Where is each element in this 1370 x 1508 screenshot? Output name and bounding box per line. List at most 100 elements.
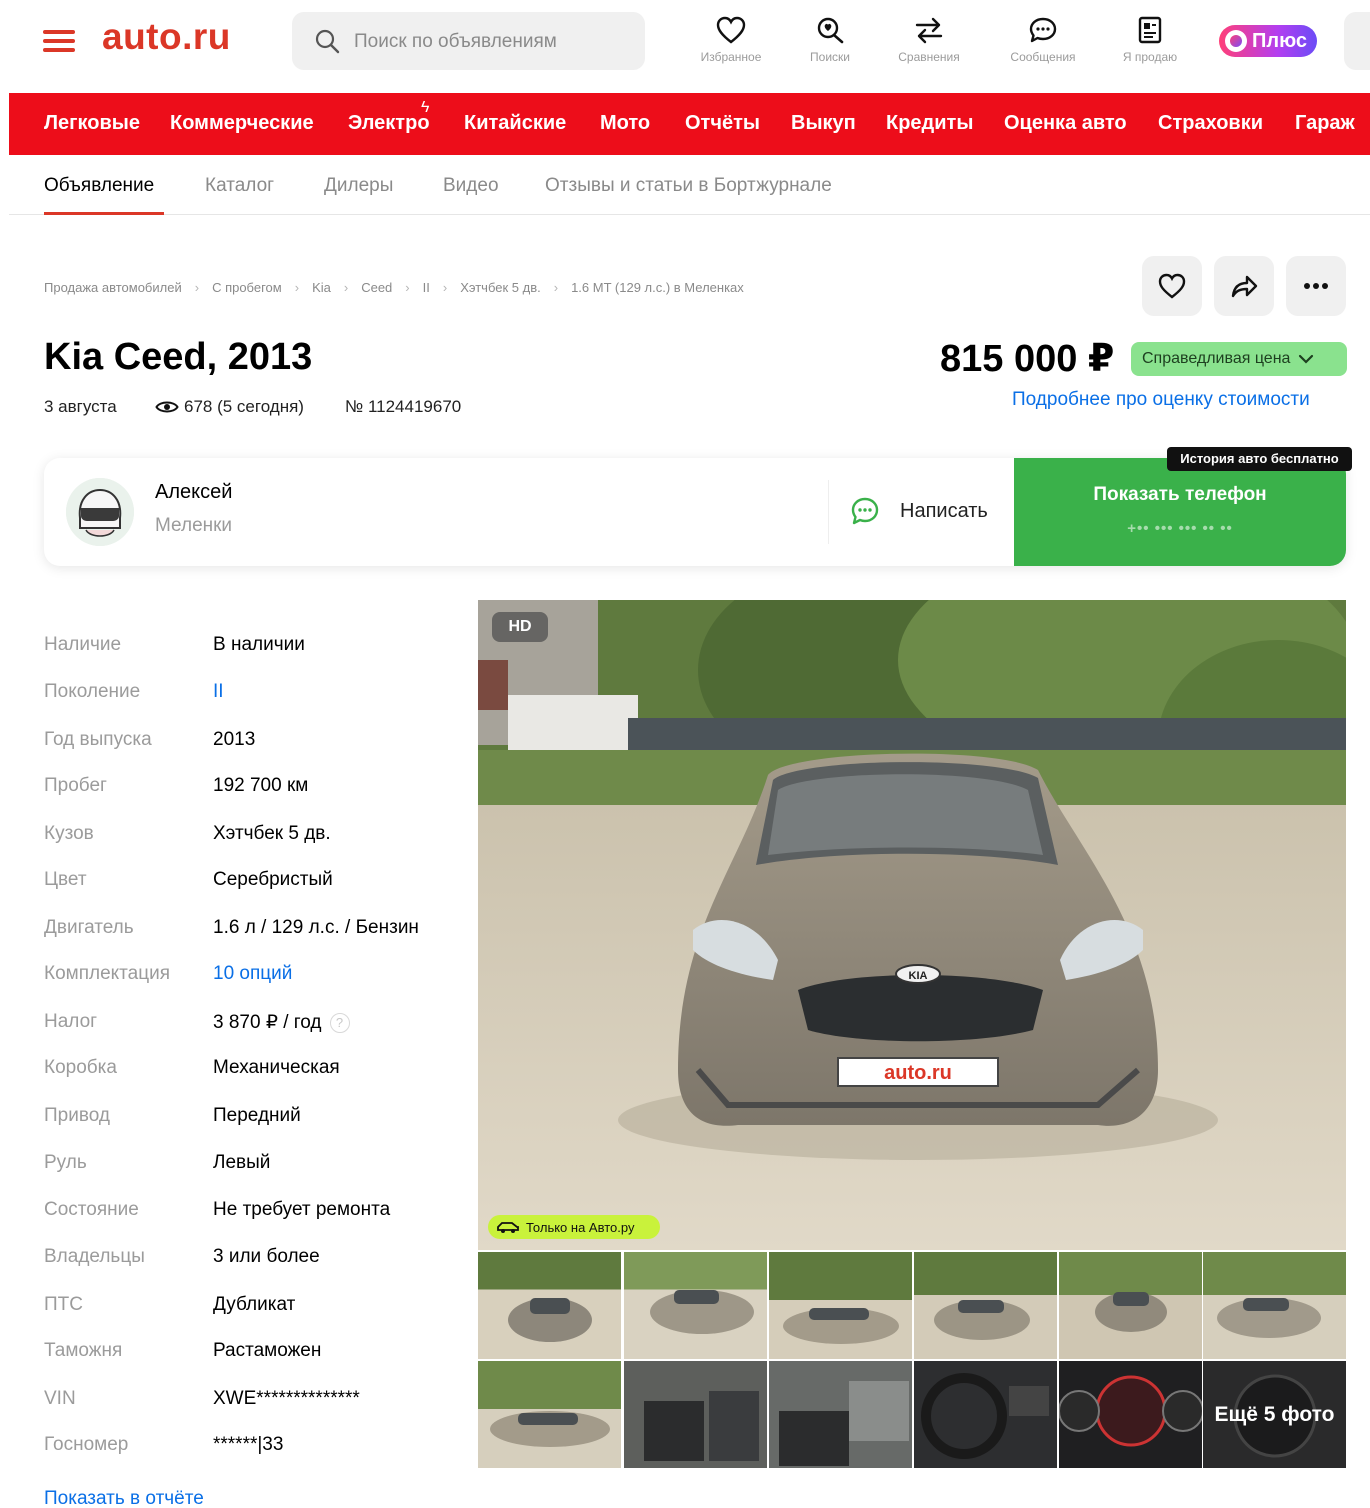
nav-label: Сравнения [898, 50, 960, 64]
avatar[interactable] [66, 478, 134, 546]
options-link[interactable]: 10 опций [213, 963, 292, 985]
category-electric[interactable]: Электро [348, 112, 430, 135]
tab-listing[interactable]: Объявление [44, 175, 154, 197]
spec-row: Таможня Растаможен [44, 1340, 464, 1370]
exclusive-label: Только на Авто.ру [526, 1219, 635, 1235]
favorite-button[interactable] [1142, 256, 1202, 316]
category-chinese[interactable]: Китайские [464, 112, 566, 135]
chat-icon [851, 497, 879, 525]
spec-label: ПТС [44, 1294, 83, 1315]
category-garage[interactable]: Гараж [1295, 112, 1355, 135]
more-options-button[interactable] [1286, 256, 1346, 316]
interior-thumbnail [779, 1381, 909, 1466]
show-phone-button[interactable]: Показать телефон +•• ••• ••• •• •• [1014, 458, 1346, 566]
active-tab-indicator [44, 212, 164, 215]
tab-reviews[interactable]: Отзывы и статьи в Бортжурнале [545, 175, 832, 197]
breadcrumb-item[interactable]: С пробегом [212, 280, 282, 295]
photo-thumbnail[interactable] [914, 1252, 1057, 1359]
nav-messages[interactable]: Сообщения [993, 16, 1093, 64]
spec-row: Владельцы 3 или более [44, 1246, 464, 1276]
category-credits[interactable]: Кредиты [886, 112, 973, 135]
breadcrumb-item[interactable]: Продажа автомобилей [44, 280, 182, 295]
dashboard-thumbnail [1059, 1375, 1202, 1447]
logo[interactable]: auto.ru [102, 16, 231, 58]
category-commercial[interactable]: Коммерческие [170, 112, 314, 135]
spec-value: 2013 [213, 729, 256, 750]
photo-thumbnail[interactable] [1059, 1252, 1202, 1359]
spec-row: Комплектация 10 опций [44, 963, 464, 993]
photo-thumbnail[interactable] [1203, 1252, 1346, 1359]
photo-thumbnail[interactable] [1059, 1361, 1202, 1468]
spec-label: Год выпуска [44, 729, 152, 750]
nav-searches[interactable]: Поиски [780, 16, 880, 64]
phone-mask: +•• ••• ••• •• •• [1127, 520, 1233, 537]
photo-thumbnail[interactable] [624, 1361, 767, 1468]
category-valuation[interactable]: Оценка авто [1004, 112, 1127, 135]
more-photos-button[interactable]: Ещё 5 фото [1203, 1361, 1346, 1468]
show-phone-label: Показать телефон [1093, 484, 1267, 505]
breadcrumb-separator: › [294, 280, 300, 295]
spec-label: Комплектация [44, 963, 171, 984]
site-header: auto.ru Поиск по объявлениям Избранное П… [0, 0, 1370, 92]
spec-label: Коробка [44, 1057, 117, 1078]
category-insurance[interactable]: Страховки [1158, 112, 1263, 135]
breadcrumb-item[interactable]: Хэтчбек 5 дв. [460, 280, 541, 295]
photo-thumbnail[interactable] [769, 1252, 912, 1359]
interior-thumbnail [644, 1391, 759, 1461]
generation-link[interactable]: II [213, 681, 224, 703]
breadcrumb-item[interactable]: II [423, 280, 430, 295]
helmet-avatar-icon [66, 478, 134, 546]
spec-value: Дубликат [213, 1294, 296, 1315]
write-message-button[interactable]: Написать [850, 496, 988, 526]
share-button[interactable] [1214, 256, 1274, 316]
category-reports[interactable]: Отчёты [685, 112, 760, 135]
category-moto[interactable]: Мото [600, 112, 650, 135]
spec-row: Двигатель 1.6 л / 129 л.с. / Бензин [44, 917, 464, 947]
category-buyout[interactable]: Выкуп [791, 112, 856, 135]
spec-row: Руль Левый [44, 1152, 464, 1182]
spec-label: Цвет [44, 869, 87, 890]
spec-value: ******|33 [213, 1434, 284, 1455]
car-thumbnail [783, 1308, 899, 1344]
seller-name[interactable]: Алексей [155, 481, 232, 504]
breadcrumb-item[interactable]: Kia [312, 280, 331, 295]
fair-price-label: Справедливая цена [1142, 350, 1291, 367]
tab-video[interactable]: Видео [443, 175, 499, 197]
breadcrumb-item[interactable]: Ceed [361, 280, 392, 295]
tab-catalog[interactable]: Каталог [205, 175, 274, 197]
help-icon[interactable]: ? [329, 1013, 350, 1033]
price-details-link[interactable]: Подробнее про оценку стоимости [1012, 389, 1310, 411]
chat-icon [1029, 17, 1057, 43]
plus-button[interactable]: Плюс [1219, 25, 1317, 57]
nav-compare[interactable]: Сравнения [879, 16, 979, 64]
car-thumbnail [1095, 1292, 1167, 1332]
nav-favorites[interactable]: Избранное [681, 16, 781, 64]
spec-value: 192 700 км [213, 775, 309, 796]
heart-icon [716, 16, 746, 44]
menu-icon[interactable] [43, 30, 75, 52]
show-in-report-link[interactable]: Показать в отчёте [44, 1488, 204, 1508]
photo-thumbnail[interactable] [478, 1361, 621, 1468]
plate-text: auto.ru [884, 1062, 952, 1084]
spec-row: Коробка Механическая [44, 1057, 464, 1087]
eye-icon [155, 401, 179, 413]
breadcrumb-separator: › [194, 280, 200, 295]
spec-row: Пробег 192 700 км [44, 775, 464, 805]
breadcrumb-item[interactable]: 1.6 MT (129 л.с.) в Меленках [571, 280, 744, 295]
fair-price-badge[interactable]: Справедливая цена [1131, 342, 1347, 376]
photo-thumbnail[interactable] [769, 1361, 912, 1468]
tab-dealers[interactable]: Дилеры [324, 175, 393, 197]
lightning-icon: ϟ [421, 99, 430, 116]
profile-button[interactable] [1344, 12, 1370, 70]
photo-thumbnail[interactable] [624, 1252, 767, 1359]
category-cars[interactable]: Легковые [44, 112, 140, 135]
main-photo[interactable]: KIA auto.ru [478, 600, 1346, 1250]
search-input[interactable]: Поиск по объявлениям [292, 12, 645, 70]
views-count: 678 (5 сегодня) [184, 397, 304, 416]
photo-thumbnail[interactable] [478, 1252, 621, 1359]
car-thumbnail [1217, 1298, 1321, 1338]
nav-label: Избранное [700, 50, 762, 64]
nav-selling[interactable]: Я продаю [1100, 16, 1200, 64]
spec-value: Растаможен [213, 1340, 322, 1361]
photo-thumbnail[interactable] [914, 1361, 1057, 1468]
